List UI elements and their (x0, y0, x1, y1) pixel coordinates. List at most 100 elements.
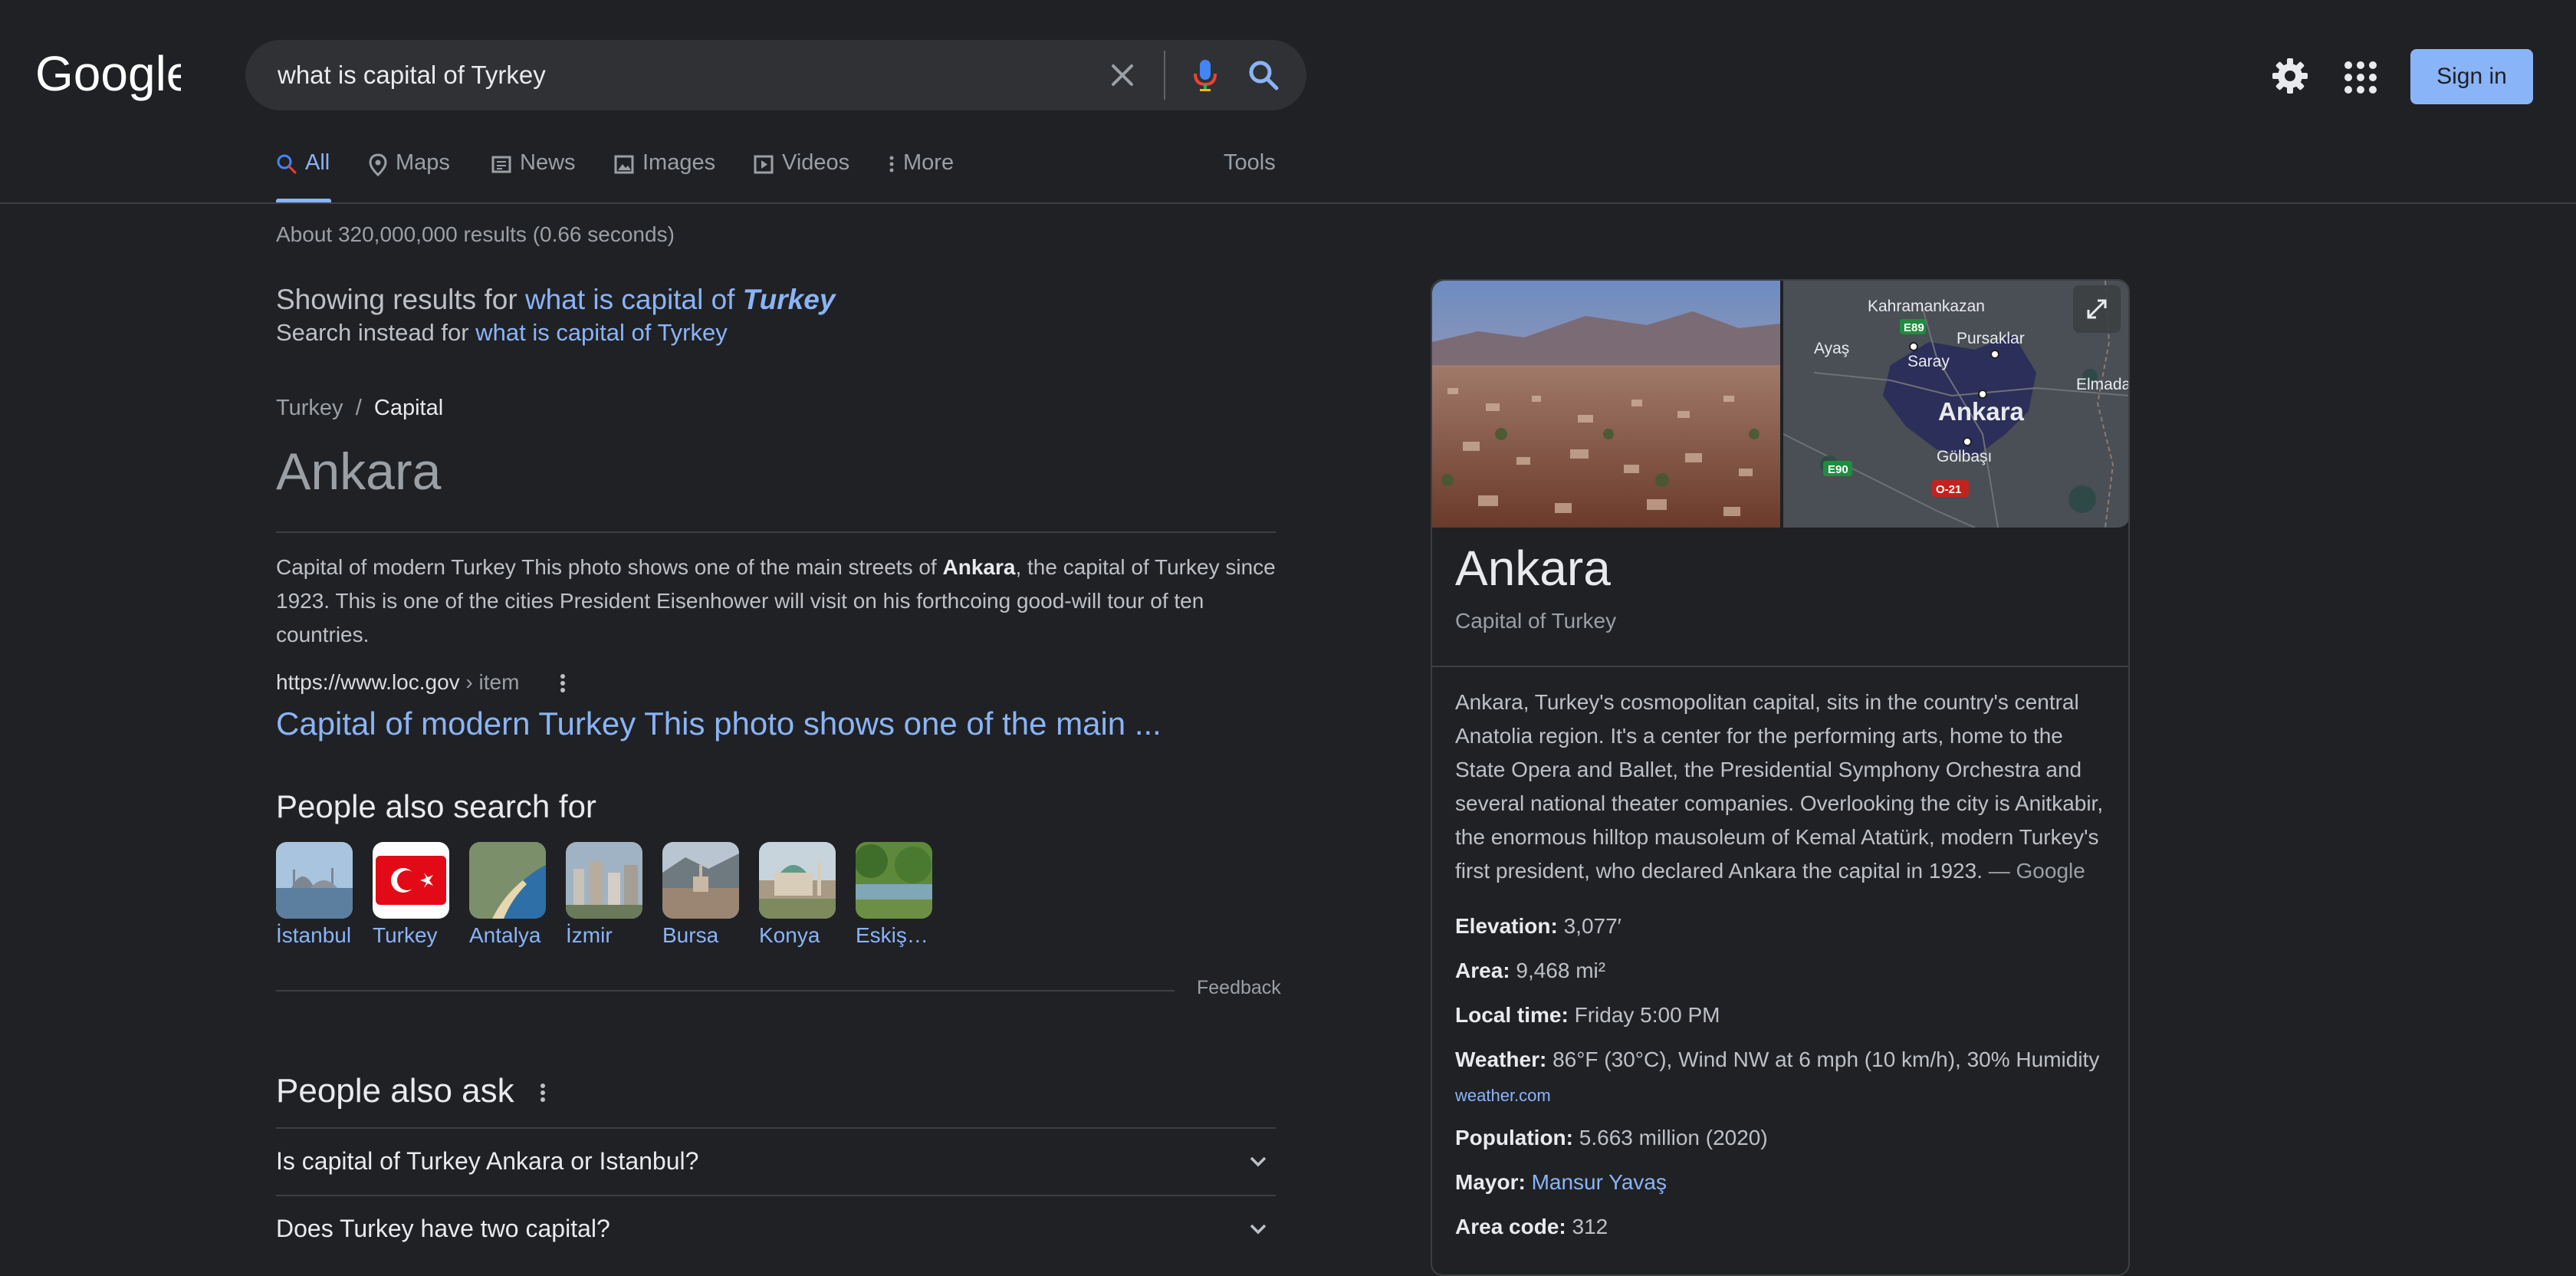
fact-elevation: Elevation: 3,077′ (1455, 914, 1622, 938)
news-icon (491, 156, 511, 173)
result-options-icon[interactable] (557, 670, 569, 696)
map-label-golbasi: Gölbaşı (1937, 448, 1992, 465)
ankara-city-photo[interactable] (1432, 281, 1780, 528)
weather-source-link[interactable]: weather.com (1455, 1086, 1551, 1106)
tab-images[interactable]: Images (613, 150, 715, 201)
search-input[interactable]: what is capital of Tyrkey (278, 40, 546, 110)
search-divider (1164, 51, 1165, 100)
search-icon[interactable] (1242, 54, 1285, 97)
antalya-thumbnail (469, 842, 546, 919)
search-instead-for: Search instead for what is capital of Ty… (276, 319, 728, 347)
pasf-label: Konya (759, 923, 820, 947)
knowledge-panel: Kahramankazan Ayaş Pursaklar Saray Elmad… (1431, 279, 2130, 1276)
map-label-ayas: Ayaş (1814, 340, 1849, 357)
pasf-label: İzmir (566, 923, 613, 947)
kp-subtitle: Capital of Turkey (1455, 609, 1617, 633)
people-also-search-heading: People also search for (276, 788, 596, 824)
tab-maps[interactable]: Maps (368, 150, 450, 201)
map-label-kahramankazan: Kahramankazan (1868, 298, 1985, 315)
paa-options-icon[interactable] (538, 1081, 547, 1104)
tab-images-label: Images (642, 150, 716, 175)
tab-news[interactable]: News (491, 150, 576, 201)
map-label-saray: Saray (1907, 353, 1950, 370)
expand-map-icon[interactable] (2073, 285, 2121, 333)
pasf-label: Bursa (662, 923, 719, 947)
izmir-thumbnail (566, 842, 642, 919)
kp-description-source[interactable]: — Google (1989, 859, 2085, 883)
kp-title: Ankara (1455, 541, 1611, 596)
tab-tools-label: Tools (1224, 150, 1276, 175)
paa-question: Is capital of Turkey Ankara or Istanbul? (276, 1147, 699, 1175)
map-label-elmadag: Elmadağ (2076, 376, 2130, 393)
tab-maps-label: Maps (396, 150, 450, 175)
fact-population: Population: 5.663 million (2020) (1455, 1126, 1768, 1149)
tab-more[interactable]: More (888, 150, 954, 201)
map-shield-o21: O-21 (1936, 483, 1961, 496)
breadcrumb-separator: / (355, 396, 362, 420)
chevron-down-icon[interactable] (1247, 1150, 1270, 1173)
eskisehir-thumbnail (856, 842, 932, 919)
source-title-link[interactable]: Capital of modern Turkey This photo show… (276, 705, 1162, 742)
pasf-divider (276, 990, 1175, 992)
paa-question-row[interactable]: Does Turkey have two capital? (276, 1195, 1276, 1261)
sign-in-button[interactable]: Sign in (2410, 49, 2533, 104)
fact-mayor: Mayor: Mansur Yavaş (1455, 1170, 1667, 1194)
kp-divider (1432, 666, 2128, 667)
instead-prefix: Search instead for (276, 319, 469, 346)
image-icon (614, 155, 634, 174)
map-shield-e89: E89 (1904, 321, 1924, 334)
chevron-down-icon[interactable] (1247, 1218, 1270, 1241)
search-tab-icon (277, 154, 297, 174)
feedback-link[interactable]: Feedback (1197, 977, 1281, 999)
tab-videos[interactable]: Videos (753, 150, 849, 201)
pasf-item-antalya[interactable]: Antalya (469, 842, 546, 948)
map-label-ankara: Ankara (1938, 397, 2025, 426)
tab-all[interactable]: All (276, 150, 330, 201)
corrected-query-link[interactable]: what is capital of Turkey (525, 284, 835, 315)
konya-thumbnail (759, 842, 836, 919)
paa-question-row[interactable]: Is capital of Turkey Ankara or Istanbul? (276, 1127, 1276, 1193)
pasf-label: Eskişe… (856, 923, 940, 947)
fact-area: Area: 9,468 mi² (1455, 959, 1606, 982)
mayor-link[interactable]: Mansur Yavaş (1532, 1170, 1667, 1194)
original-query-link[interactable]: what is capital of Tyrkey (475, 319, 728, 346)
istanbul-thumbnail (276, 842, 353, 919)
fact-area-code: Area code: 312 (1455, 1215, 1608, 1238)
source-url[interactable]: https://www.loc.gov › item (276, 670, 519, 695)
tab-tools[interactable]: Tools (1224, 150, 1276, 201)
clear-search-icon[interactable] (1104, 57, 1141, 94)
featured-answer: Ankara (276, 442, 442, 501)
pasf-label: Turkey (373, 923, 438, 947)
pasf-item-bursa[interactable]: Bursa (662, 842, 739, 948)
fact-local-time: Local time: Friday 5:00 PM (1455, 1003, 1720, 1027)
result-stats: About 320,000,000 results (0.66 seconds) (276, 222, 675, 246)
google-logo[interactable]: Google (35, 46, 193, 101)
map-shield-e90: E90 (1828, 463, 1848, 476)
microphone-icon[interactable] (1184, 54, 1227, 97)
google-apps-grid-icon[interactable] (2343, 60, 2378, 95)
pasf-item-istanbul[interactable]: İstanbul (276, 842, 353, 948)
breadcrumb-current: Capital (373, 396, 444, 420)
pasf-item-turkey[interactable]: Turkey (373, 842, 449, 948)
pasf-item-konya[interactable]: Konya (759, 842, 836, 948)
featured-divider (276, 531, 1276, 533)
search-box[interactable]: what is capital of Tyrkey (245, 40, 1306, 110)
turkey-flag-thumbnail (373, 842, 449, 919)
people-also-ask-heading: People also ask (276, 1072, 514, 1110)
showing-results-for: Showing results for what is capital of T… (276, 284, 835, 316)
header-divider (0, 202, 2576, 204)
breadcrumb: Turkey / Capital (276, 396, 443, 421)
video-play-icon (754, 155, 774, 174)
tab-videos-label: Videos (782, 150, 850, 175)
kp-description: Ankara, Turkey's cosmopolitan capital, s… (1455, 690, 2104, 883)
settings-gear-icon[interactable] (2271, 57, 2309, 95)
pasf-item-eskisehir[interactable]: Eskişe… (856, 842, 940, 948)
svg-text:Google: Google (35, 48, 181, 101)
pasf-item-izmir[interactable]: İzmir (566, 842, 642, 948)
breadcrumb-parent[interactable]: Turkey (276, 396, 343, 420)
map-pin-icon (369, 153, 387, 176)
map-label-pursaklar: Pursaklar (1957, 330, 2025, 347)
bursa-thumbnail (662, 842, 739, 919)
tab-news-label: News (520, 150, 576, 175)
tab-all-label: All (305, 150, 330, 175)
